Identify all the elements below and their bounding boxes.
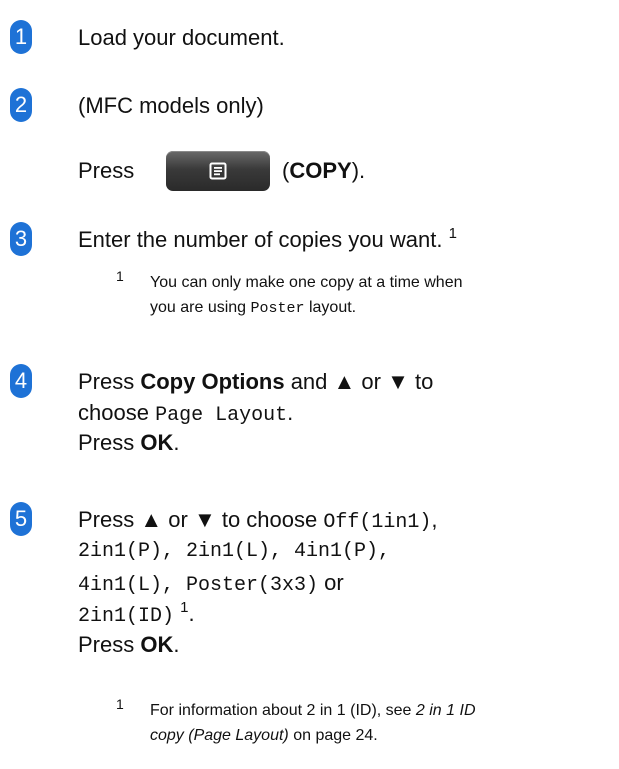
copy-button[interactable]: [166, 151, 270, 191]
footnote-2-line2: copy (Page Layout) on page 24.: [150, 725, 378, 747]
copy-options-key: Copy Options: [140, 369, 285, 394]
paren-close: ).: [351, 158, 366, 183]
footnote-1-number: 1: [116, 268, 124, 284]
t: or: [355, 369, 388, 394]
t: on page 24.: [288, 727, 378, 744]
t: .: [173, 430, 180, 455]
step-2-number: 2: [10, 88, 32, 122]
t: to choose: [215, 507, 324, 532]
step-4-number: 4: [10, 364, 32, 398]
step-4-line3: Press OK.: [78, 429, 179, 457]
step-1-text: Load your document.: [78, 25, 285, 50]
poster-term: Poster: [250, 300, 305, 317]
step-2-press: Press: [78, 158, 135, 183]
ok-key: OK: [140, 430, 174, 455]
step-3-text: Enter the number of copies you want. 1: [78, 225, 457, 257]
layout-option: 2in1(ID): [78, 605, 175, 628]
layout-option: Off(1in1): [323, 511, 432, 534]
t: choose: [78, 400, 156, 425]
t: .: [173, 632, 180, 657]
step-1-number: 1: [10, 20, 32, 54]
footnote-2-line1: For information about 2 in 1 (ID), see 2…: [150, 700, 476, 722]
step-3-body: Enter the number of copies you want.: [78, 227, 443, 252]
t: or: [162, 507, 194, 532]
step-2-copy-label: (COPY).: [282, 157, 365, 185]
t: Press: [78, 632, 141, 657]
down-arrow-icon: ▼: [193, 507, 216, 532]
footnote-2-number: 1: [116, 696, 124, 712]
footnote-1-text: you are using: [150, 299, 251, 316]
t: For information about 2 in 1 (ID), see: [150, 702, 416, 719]
t: Press: [78, 430, 141, 455]
step-5-line4: 2in1(ID) 1.: [78, 599, 195, 631]
step-3-number: 3: [10, 222, 32, 256]
footnote-ref: 1: [448, 225, 457, 242]
step-4-line2: choose Page Layout.: [78, 399, 293, 430]
t: to: [408, 369, 434, 394]
cross-ref-link: copy (Page Layout): [150, 727, 289, 744]
t: and: [284, 369, 334, 394]
footnote-1-tail: layout.: [304, 299, 357, 316]
cross-ref-link: 2 in 1 ID: [415, 702, 476, 719]
down-arrow-icon: ▼: [387, 369, 409, 394]
up-arrow-icon: ▲: [140, 507, 163, 532]
t: ,: [431, 507, 438, 532]
step-5-line3: 4in1(L), Poster(3x3) or: [78, 569, 344, 600]
ok-key: OK: [140, 632, 174, 657]
copy-keyword: COPY: [289, 158, 352, 183]
footnote-ref: 1: [180, 599, 189, 616]
step-5-number: 5: [10, 502, 32, 536]
t: .: [287, 400, 294, 425]
page-layout-term: Page Layout: [155, 404, 288, 427]
t: Press: [78, 369, 141, 394]
step-2-line1: (MFC models only): [78, 93, 264, 118]
layout-option: 4in1(L), Poster(3x3): [78, 574, 319, 597]
up-arrow-icon: ▲: [333, 369, 356, 394]
t: or: [318, 570, 344, 595]
step-5-line1: Press ▲ or ▼ to choose Off(1in1),: [78, 506, 438, 537]
footnote-1-line2: you are using Poster layout.: [150, 297, 356, 320]
step-5-line5: Press OK.: [78, 631, 179, 659]
copy-document-icon: [209, 162, 227, 180]
footnote-1-line1: You can only make one copy at a time whe…: [150, 274, 463, 291]
step-4-line1: Press Copy Options and ▲ or ▼ to: [78, 368, 433, 396]
step-5-line2: 2in1(P), 2in1(L), 4in1(P),: [78, 540, 391, 563]
t: .: [188, 601, 195, 626]
t: Press: [78, 507, 141, 532]
